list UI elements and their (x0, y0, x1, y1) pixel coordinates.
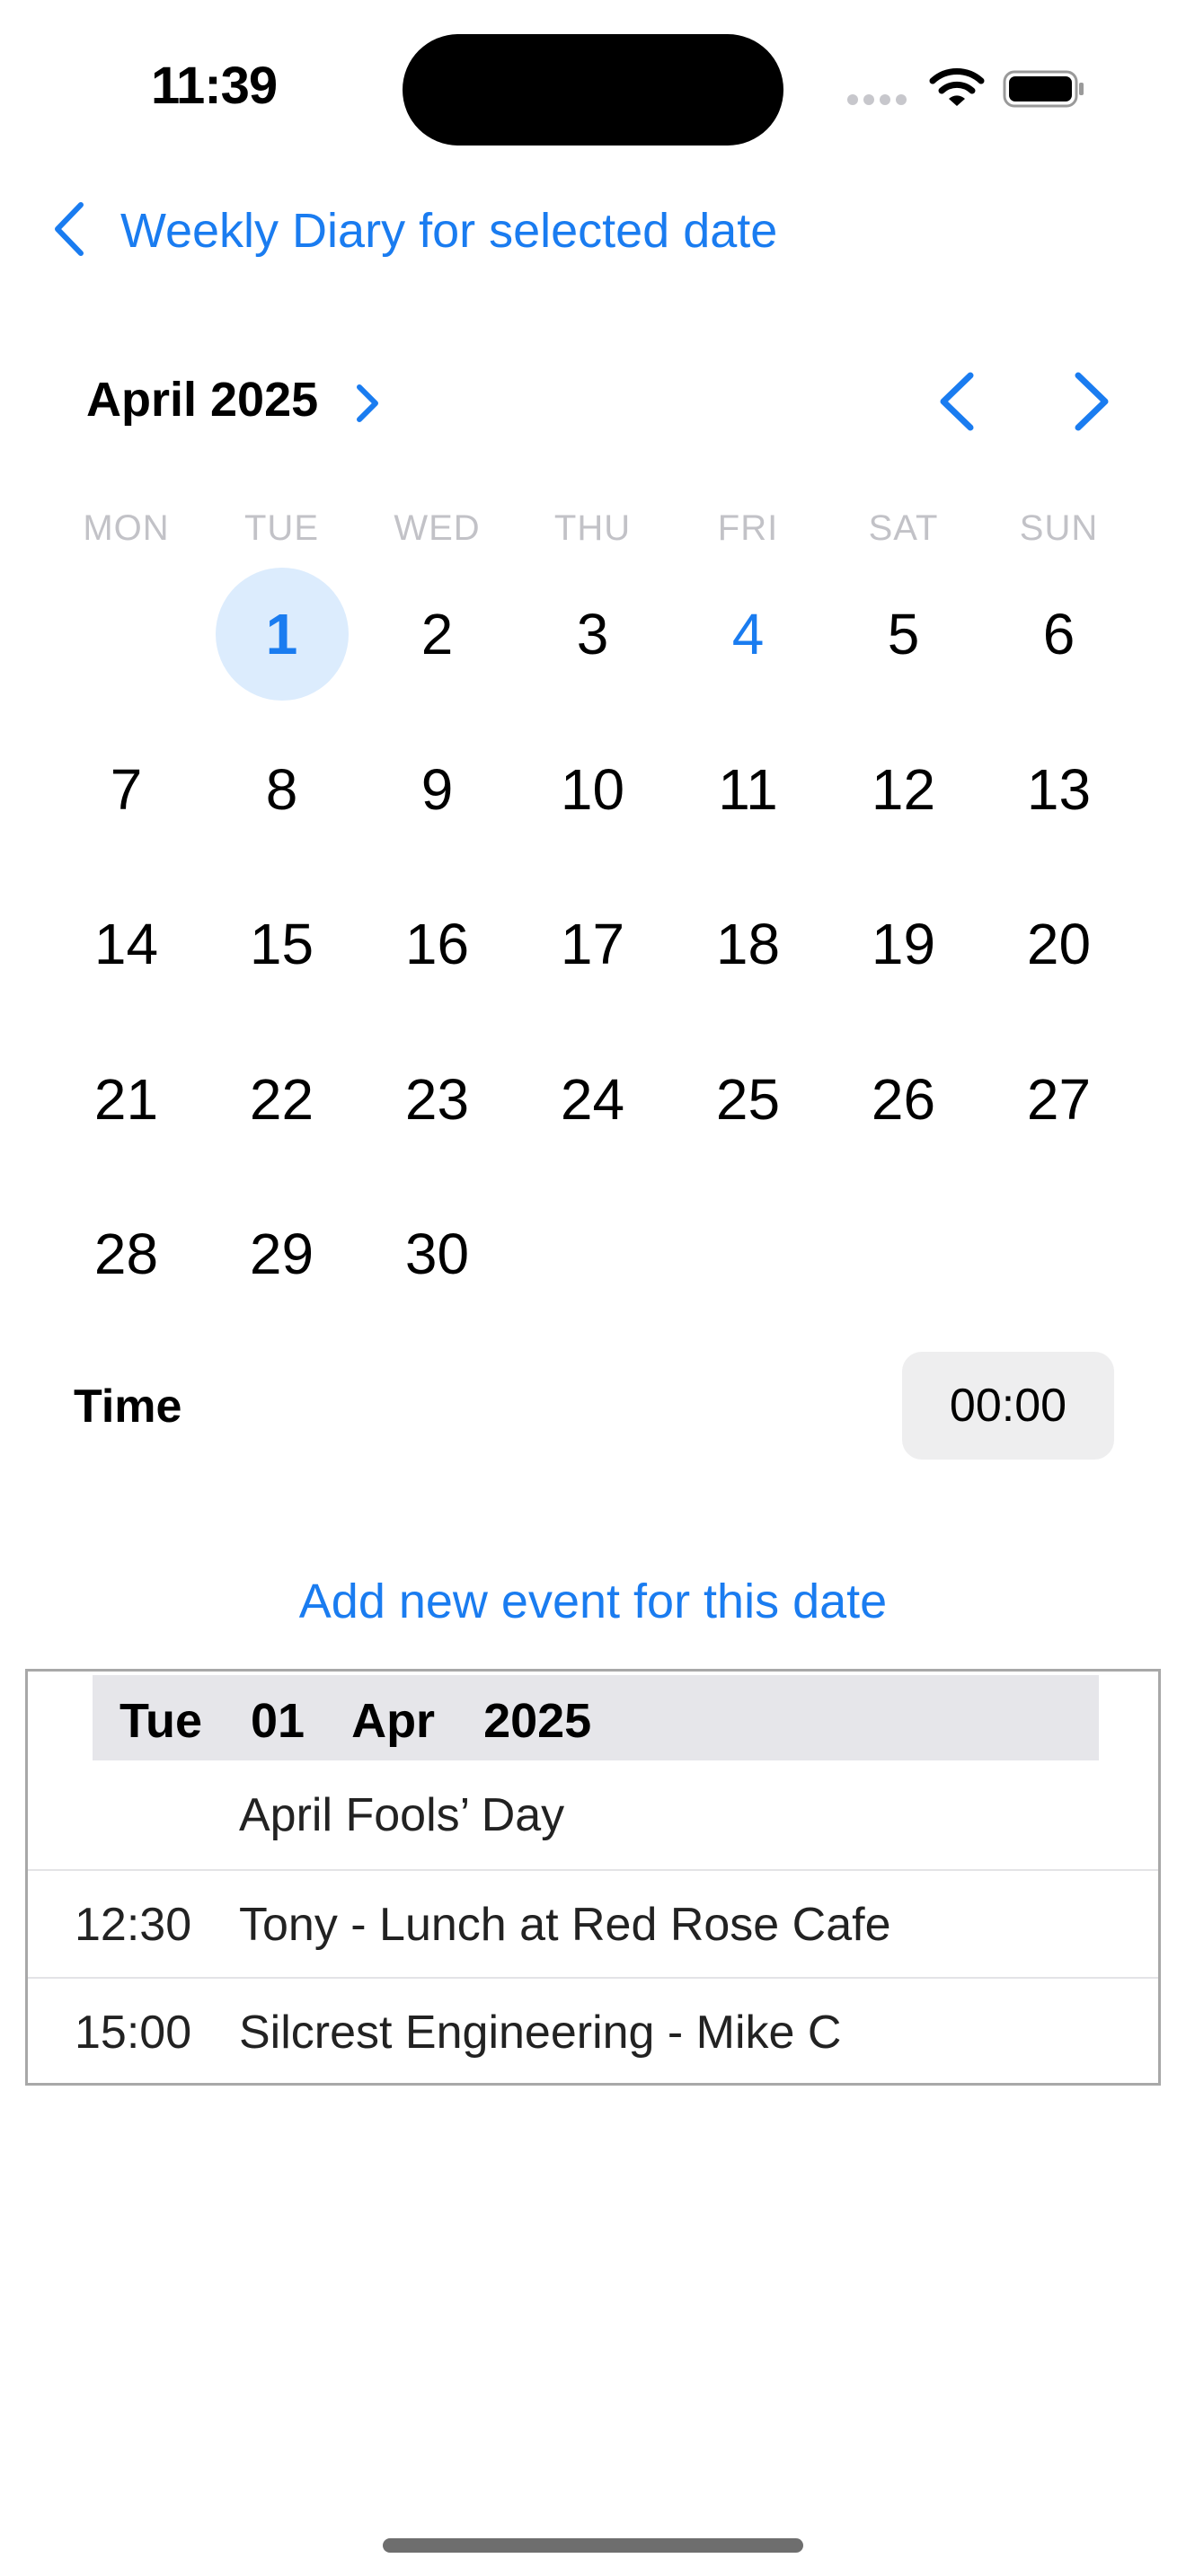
calendar-day[interactable]: 18 (670, 867, 826, 1022)
calendar-day-number: 9 (420, 756, 454, 822)
weekday-header-row: MON TUE WED THU FRI SAT SUN (49, 508, 1137, 553)
calendar-day-number: 5 (887, 602, 920, 667)
calendar-day-number: 27 (1026, 1066, 1092, 1132)
calendar-day[interactable]: 16 (359, 867, 515, 1022)
calendar-day[interactable]: 27 (981, 1022, 1137, 1178)
calendar-day-number: 3 (576, 602, 609, 667)
calendar-day[interactable]: 10 (515, 712, 670, 868)
calendar-empty-cell (49, 557, 204, 712)
event-row[interactable]: 12:30 Tony - Lunch at Red Rose Cafe (28, 1869, 1158, 1977)
calendar-day[interactable]: 17 (515, 867, 670, 1022)
calendar-day-number: 25 (715, 1066, 781, 1132)
calendar-day-number: 24 (560, 1066, 625, 1132)
calendar-day-number: 11 (718, 756, 778, 822)
event-row[interactable]: April Fools’ Day (28, 1761, 1158, 1869)
weekday-label: SAT (868, 508, 939, 548)
calendar-day[interactable]: 23 (359, 1022, 515, 1178)
calendar-day[interactable]: 3 (515, 557, 670, 712)
calendar-day[interactable]: 14 (49, 867, 204, 1022)
battery-icon (1003, 70, 1084, 108)
calendar-day-number: 26 (871, 1066, 936, 1132)
calendar-day-number: 20 (1026, 912, 1092, 977)
calendar-day[interactable]: 30 (359, 1177, 515, 1332)
previous-month-button[interactable] (934, 370, 978, 433)
calendar-day[interactable]: 11 (670, 712, 826, 868)
calendar-day-number: 14 (93, 912, 159, 977)
weekday-label: TUE (244, 508, 319, 548)
calendar-day-number: 4 (731, 602, 765, 667)
time-label: Time (74, 1381, 182, 1433)
calendar-day-number: 17 (560, 912, 625, 977)
calendar-day-number: 16 (404, 912, 470, 977)
calendar-day-number: 1 (215, 568, 349, 701)
events-date-header: Tue 01 Apr 2025 (93, 1675, 1099, 1760)
calendar-day-number: 22 (249, 1066, 314, 1132)
calendar-day-number: 10 (560, 756, 625, 822)
calendar-day-number: 30 (404, 1222, 470, 1287)
calendar-day-number: 6 (1042, 602, 1075, 667)
calendar-day[interactable]: 20 (981, 867, 1137, 1022)
calendar-day-selected[interactable]: 1 (204, 557, 359, 712)
events-date-label: Tue 01 Apr 2025 (119, 1694, 592, 1748)
calendar-day[interactable]: 5 (826, 557, 981, 712)
time-picker[interactable]: 00:00 (902, 1352, 1114, 1460)
calendar-day[interactable]: 13 (981, 712, 1137, 868)
weekday-label: THU (553, 508, 632, 548)
calendar-day-number: 2 (420, 602, 454, 667)
calendar-day-number: 29 (249, 1222, 314, 1287)
wifi-icon (929, 68, 985, 106)
calendar-day[interactable]: 25 (670, 1022, 826, 1178)
calendar-day-number: 21 (93, 1066, 159, 1132)
calendar-day-number: 7 (110, 756, 143, 822)
calendar-day[interactable]: 8 (204, 712, 359, 868)
events-panel: Tue 01 Apr 2025 April Fools’ Day 12:30 T… (25, 1669, 1161, 2086)
status-time: 11:39 (151, 57, 278, 115)
cellular-signal-icon (847, 94, 907, 105)
event-title: April Fools’ Day (239, 1789, 565, 1841)
weekday-label: SUN (1019, 508, 1099, 548)
calendar-day-number: 12 (871, 756, 936, 822)
calendar-day[interactable]: 7 (49, 712, 204, 868)
event-time: 15:00 (75, 2007, 192, 2059)
dynamic-island (403, 34, 783, 146)
calendar-day[interactable]: 2 (359, 557, 515, 712)
calendar-day-number: 15 (249, 912, 314, 977)
calendar-day-number: 19 (871, 912, 936, 977)
calendar-day[interactable]: 9 (359, 712, 515, 868)
weekday-label: WED (394, 508, 481, 548)
calendar-day-number: 23 (404, 1066, 470, 1132)
event-time: 12:30 (75, 1899, 192, 1951)
calendar-day[interactable]: 24 (515, 1022, 670, 1178)
calendar-day-number: 18 (715, 912, 781, 977)
calendar-day-number: 8 (265, 756, 298, 822)
event-title: Tony - Lunch at Red Rose Cafe (239, 1899, 891, 1951)
calendar-day-number: 28 (93, 1222, 159, 1287)
event-title: Silcrest Engineering - Mike C (239, 2007, 842, 2059)
calendar-day[interactable]: 12 (826, 712, 981, 868)
calendar-day[interactable]: 15 (204, 867, 359, 1022)
weekday-label: FRI (717, 508, 779, 548)
calendar-day[interactable]: 26 (826, 1022, 981, 1178)
month-year-label[interactable]: April 2025 (86, 372, 318, 428)
calendar-day[interactable]: 29 (204, 1177, 359, 1332)
calendar-day[interactable]: 21 (49, 1022, 204, 1178)
calendar-day[interactable]: 22 (204, 1022, 359, 1178)
calendar-day[interactable]: 19 (826, 867, 981, 1022)
event-row[interactable]: 15:00 Silcrest Engineering - Mike C (28, 1977, 1158, 2085)
calendar-day-number: 13 (1026, 756, 1092, 822)
calendar-day[interactable]: 4 (670, 557, 826, 712)
home-indicator[interactable] (383, 2538, 803, 2553)
weekday-label: MON (83, 508, 170, 548)
add-event-button[interactable]: Add new event for this date (0, 1574, 1186, 1629)
back-button-label[interactable]: Weekly Diary for selected date (120, 203, 777, 259)
chevron-left-icon[interactable] (50, 201, 86, 257)
chevron-right-icon[interactable] (354, 383, 381, 424)
calendar-day-grid: 1 2 3 4 5 6 7 8 9 10 11 12 13 14 15 16 17 18 19 20 21 22 23 24 2… (49, 557, 1137, 1332)
calendar-day[interactable]: 28 (49, 1177, 204, 1332)
calendar-day[interactable]: 6 (981, 557, 1137, 712)
next-month-button[interactable] (1071, 370, 1114, 433)
